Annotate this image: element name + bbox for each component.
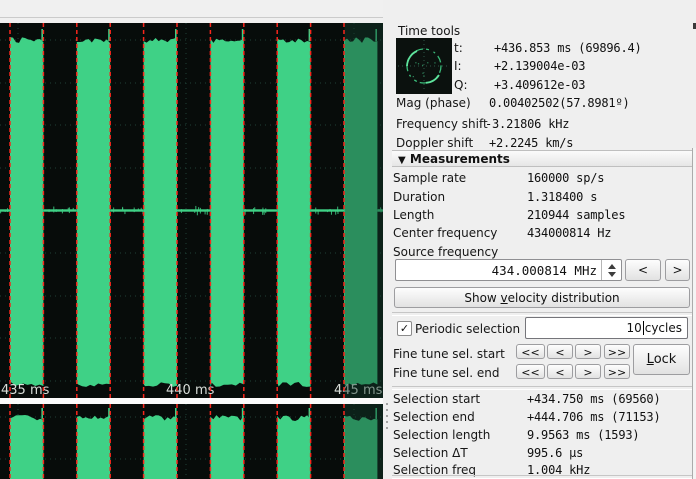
- selection-end-value: +444.706 ms (71153): [527, 410, 660, 424]
- show-velocity-distribution-button[interactable]: Show velocity distribution: [394, 287, 690, 308]
- center-frequency-value: 434000814 Hz: [527, 226, 611, 240]
- t-value: +436.853 ms (69896.4): [494, 41, 642, 55]
- svg-text:440 ms: 440 ms: [166, 383, 215, 398]
- fine-end-back-button[interactable]: <: [547, 364, 573, 379]
- doppler-shift-label: Doppler shift: [396, 136, 473, 150]
- spin-up-icon[interactable]: [608, 264, 616, 269]
- frequency-next-button[interactable]: >: [665, 259, 690, 281]
- iq-constellation-display: [396, 38, 452, 94]
- fine-tune-end-label: Fine tune sel. end: [393, 366, 499, 380]
- waveform-panel-secondary[interactable]: [0, 404, 383, 479]
- separator: [392, 386, 692, 390]
- mag-phase-label: Mag (phase): [396, 96, 471, 110]
- cycles-suffix: cycles: [645, 321, 682, 335]
- length-label: Length: [393, 208, 434, 222]
- periodic-selection-label: Periodic selection: [415, 322, 520, 336]
- fine-start-forward-button[interactable]: >: [575, 344, 601, 359]
- selection-delta-t-value: 995.6 µs: [527, 446, 583, 460]
- waveform-panel-main[interactable]: 435 ms440 ms445 ms: [0, 23, 383, 398]
- doppler-shift-value: +2.2245 km/s: [489, 136, 573, 150]
- fine-end-rewind-button[interactable]: <<: [516, 364, 545, 379]
- fine-start-rewind-button[interactable]: <<: [516, 344, 545, 359]
- collapse-arrow-icon[interactable]: ▼: [398, 155, 406, 166]
- fine-start-back-button[interactable]: <: [547, 344, 573, 359]
- i-value: +2.139004e-03: [494, 59, 585, 73]
- time-tools-panel: Time tools t: +436.853 ms (69896.4) I: +…: [392, 0, 696, 479]
- fine-end-forward-button[interactable]: >: [575, 364, 601, 379]
- separator: [392, 312, 692, 316]
- selection-length-label: Selection length: [393, 428, 490, 442]
- lock-button[interactable]: Lock: [633, 344, 690, 375]
- mag-phase-value: 0.00402502(57.8981º): [489, 96, 630, 110]
- measurements-section-header[interactable]: ▼ Measurements: [392, 150, 692, 167]
- frequency-spinbox-value: 434.000814 MHz: [492, 263, 597, 278]
- selection-end-label: Selection end: [393, 410, 475, 424]
- i-label: I:: [454, 59, 462, 73]
- measurements-header-label: Measurements: [410, 152, 510, 166]
- cycles-value: 10: [626, 321, 641, 335]
- q-value: +3.409612e-03: [494, 78, 585, 92]
- svg-text:435 ms: 435 ms: [1, 383, 50, 398]
- splitter-handle-icon[interactable]: [386, 403, 389, 431]
- fine-end-fastforward-button[interactable]: >>: [604, 364, 630, 379]
- pane-splitter[interactable]: [383, 0, 392, 479]
- selection-start-value: +434.750 ms (69560): [527, 392, 660, 406]
- frequency-spinbox-arrows[interactable]: [601, 260, 621, 280]
- q-label: Q:: [454, 78, 468, 92]
- frequency-shift-label: Frequency shift: [396, 117, 488, 131]
- sample-rate-label: Sample rate: [393, 171, 466, 185]
- fine-start-fastforward-button[interactable]: >>: [604, 344, 630, 359]
- periodic-selection-checkbox[interactable]: ✓: [397, 321, 412, 336]
- duration-value: 1.318400 s: [527, 190, 597, 204]
- separator: [392, 475, 692, 479]
- center-frequency-label: Center frequency: [393, 226, 497, 240]
- length-value: 210944 samples: [527, 208, 625, 222]
- frequency-prev-button[interactable]: <: [625, 259, 661, 281]
- duration-label: Duration: [393, 190, 445, 204]
- source-frequency-label: Source frequency: [393, 245, 498, 259]
- text-caret: [643, 321, 644, 335]
- selection-delta-t-label: Selection ΔT: [393, 446, 468, 460]
- t-label: t:: [454, 41, 463, 55]
- sample-rate-value: 160000 sp/s: [527, 171, 604, 185]
- cycles-input[interactable]: 10 cycles: [525, 317, 688, 339]
- selection-length-value: 9.9563 ms (1593): [527, 428, 639, 442]
- checkmark-icon: ✓: [400, 323, 409, 334]
- selection-start-label: Selection start: [393, 392, 480, 406]
- spin-down-icon[interactable]: [608, 272, 616, 277]
- time-tools-title: Time tools: [398, 24, 460, 38]
- frequency-shift-value: -3.21806 kHz: [485, 117, 569, 131]
- fine-tune-start-label: Fine tune sel. start: [393, 347, 505, 361]
- frequency-spinbox[interactable]: 434.000814 MHz: [395, 259, 622, 281]
